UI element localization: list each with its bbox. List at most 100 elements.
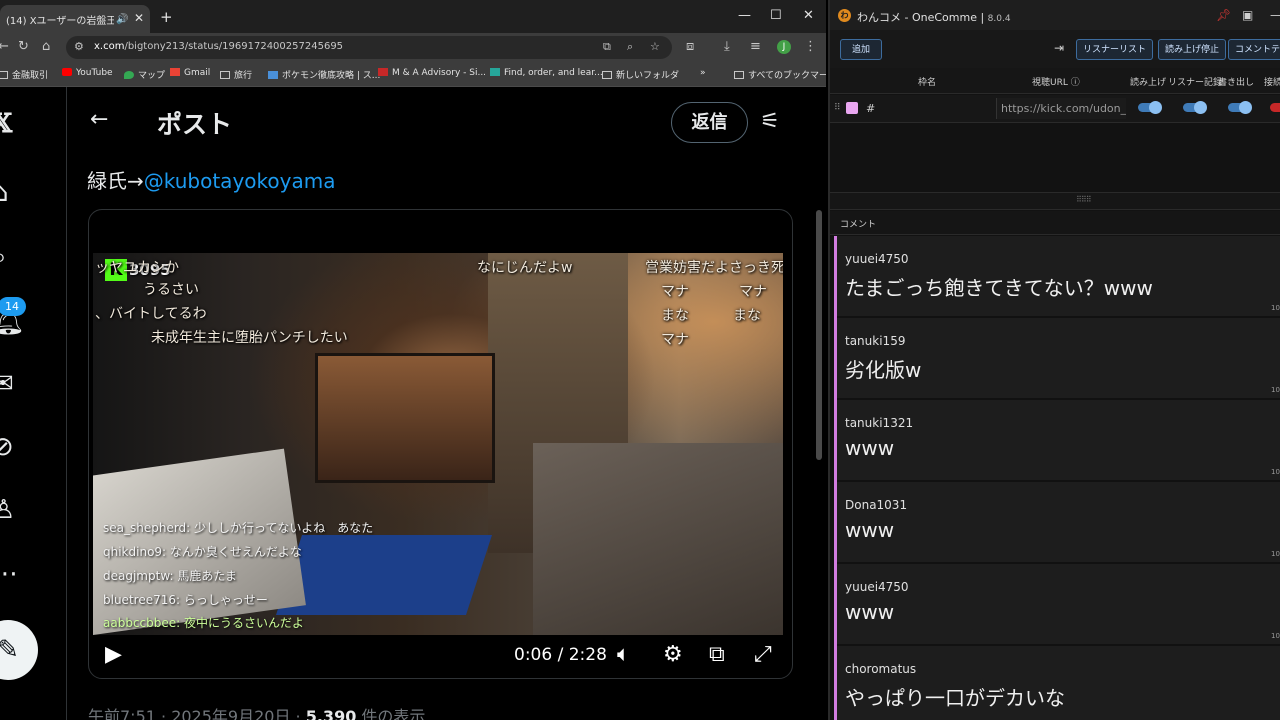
read-stop-button[interactable]: 読み上げ停止 <box>1158 39 1227 60</box>
browser-window: (14) Xユーザーの岩盤王子さん 🔊 ✕ + — ☐ ✕ ← ↻ ⌂ ⚙ x.… <box>0 0 826 720</box>
bookmark-item[interactable]: Find, order, and lear... <box>490 68 603 78</box>
site-info-icon[interactable]: ⚙ <box>74 40 84 53</box>
connect-toggle[interactable] <box>1270 103 1280 112</box>
color-swatch[interactable] <box>846 102 858 114</box>
minimize-icon[interactable]: — <box>738 8 751 23</box>
search-icon[interactable]: ⌕ <box>0 242 7 272</box>
comment-item[interactable]: yuuei4750 www 10: <box>837 564 1280 646</box>
bookmark-item[interactable]: マップ <box>124 68 165 81</box>
comment-item[interactable]: tanuki159 劣化版w 10: <box>837 318 1280 400</box>
maps-icon <box>124 71 134 79</box>
bookmarks-overflow[interactable]: » <box>700 68 706 78</box>
menu-kebab-icon[interactable]: ⋮ <box>804 39 817 54</box>
read-toggle[interactable] <box>1138 101 1162 114</box>
settings-gear-icon[interactable]: ⚙ <box>663 642 683 667</box>
write-out-toggle[interactable] <box>1228 101 1252 114</box>
comment-text: www <box>845 518 895 542</box>
stream-comment: マナ <box>739 284 767 300</box>
comment-user: tanuki159 <box>845 334 906 348</box>
speaker-icon[interactable]: 🔊 <box>116 14 128 25</box>
column-header: 視聴URL ⓘ <box>1032 78 1080 88</box>
login-icon[interactable]: ⇥ <box>1054 41 1064 55</box>
video-frame[interactable]: K 3095 ッヤユカシか うるさい 、バイトしてるわ 未成年生主に堕胎パンチし… <box>93 253 783 635</box>
bookmark-item[interactable]: 新しいフォルダ <box>602 68 679 81</box>
connection-row: ⠿ # https://kick.com/udon_iss <box>830 95 1280 123</box>
comment-time: 10: <box>1271 386 1280 394</box>
x-page: 𝕏 ⌂ ⌕ 🔔︎ 14 ✉ ⊘ ♙ ⋯ ✎ ← ポスト 返信 ⚟ 緑氏→@kub… <box>0 87 826 720</box>
back-arrow-icon[interactable]: ← <box>90 107 108 132</box>
maximize-icon[interactable]: ☐ <box>770 8 782 23</box>
comment-item[interactable]: yuuei4750 たまごっち飽きてきてない？www 10: <box>837 236 1280 318</box>
frame-name[interactable]: # <box>866 102 875 115</box>
video-time: 0:06 / 2:28 <box>514 645 607 665</box>
drag-handle-icon[interactable]: ⠿ <box>834 103 841 113</box>
comment-user: yuuei4750 <box>845 252 909 266</box>
compose-post-button[interactable]: ✎ <box>0 620 38 680</box>
back-icon[interactable]: ← <box>0 39 9 54</box>
media-control-icon[interactable]: ≡ <box>750 39 761 54</box>
more-icon[interactable]: ⋯ <box>0 559 18 589</box>
help-icon[interactable]: ⓘ <box>1071 78 1080 88</box>
video-player[interactable]: K 3095 ッヤユカシか うるさい 、バイトしてるわ 未成年生主に堕胎パンチし… <box>88 209 793 679</box>
splitter-grip-icon[interactable]: ⠿⠿⠿ <box>1076 195 1092 204</box>
comment-item[interactable]: choromatus やっぱり一口がデカいな <box>837 646 1280 720</box>
close-tab-icon[interactable]: ✕ <box>134 11 144 25</box>
volume-icon[interactable]: 🔈︎ <box>617 642 630 667</box>
profile-avatar[interactable]: J <box>777 40 791 54</box>
sliders-icon[interactable]: ⚟ <box>760 109 780 134</box>
x-logo-icon[interactable]: 𝕏 <box>0 109 12 139</box>
oc-window-title: わんコメ - OneComme | 8.0.4 <box>857 11 1011 24</box>
scrollbar[interactable] <box>816 210 822 460</box>
oc-titlebar: わ わんコメ - OneComme | 8.0.4 📌︎ ▣ — <box>830 0 1280 30</box>
comment-time: 10: <box>1271 468 1280 476</box>
bookmark-item[interactable]: ポケモン徹底攻略 | ス... <box>268 68 380 81</box>
comment-time: 10: <box>1271 632 1280 640</box>
panel-splitter[interactable]: ⠿⠿⠿ <box>830 192 1280 210</box>
cast-icon[interactable]: ⧉ <box>603 40 611 54</box>
comment-item[interactable]: tanuki1321 www 10: <box>837 400 1280 482</box>
mention-link[interactable]: @kubotayokoyama <box>144 169 336 193</box>
comment-tester-button[interactable]: コメントテスター <box>1228 39 1280 60</box>
browser-tab[interactable]: (14) Xユーザーの岩盤王子さん 🔊 ✕ <box>0 5 150 33</box>
download-icon[interactable]: ⤓ <box>724 39 730 54</box>
reply-button[interactable]: 返信 <box>671 102 748 143</box>
chat-line: qhikdino9: なんか臭くせえんだよな <box>103 545 302 559</box>
home-icon[interactable]: ⌂ <box>0 178 9 208</box>
pin-icon[interactable]: 📌︎ <box>1216 8 1231 22</box>
pip-icon[interactable]: ⧉ <box>709 642 725 667</box>
window-mode-icon[interactable]: ▣ <box>1242 8 1253 22</box>
close-window-icon[interactable]: ✕ <box>803 8 814 23</box>
play-icon[interactable]: ▶ <box>105 642 122 667</box>
home-icon[interactable]: ⌂ <box>42 39 50 54</box>
bookmark-item[interactable]: Gmail <box>170 68 210 78</box>
bookmark-star-icon[interactable]: ☆ <box>650 40 660 53</box>
watch-url-input[interactable]: https://kick.com/udon_iss <box>996 98 1126 119</box>
bookmark-item[interactable]: YouTube <box>62 68 113 78</box>
profile-icon[interactable]: ♙ <box>0 495 15 525</box>
site-icon <box>490 68 500 76</box>
extensions-icon[interactable]: ⧈ <box>686 39 694 54</box>
comment-item[interactable]: Dona1031 www 10:0 <box>837 482 1280 564</box>
comment-user: Dona1031 <box>845 498 908 512</box>
comment-time: 10:0 <box>1271 550 1280 558</box>
column-header: リスナー記録 <box>1168 78 1223 88</box>
bookmark-item[interactable]: すべてのブックマーク <box>734 68 826 81</box>
listener-record-toggle[interactable] <box>1183 101 1207 114</box>
listener-list-button[interactable]: リスナーリスト <box>1076 39 1154 60</box>
column-header: 枠名 <box>918 78 937 88</box>
bookmark-item[interactable]: M & A Advisory - Si... <box>378 68 486 78</box>
bookmark-item[interactable]: 旅行 <box>220 68 252 81</box>
messages-icon[interactable]: ✉ <box>0 369 14 399</box>
comment-list[interactable]: yuuei4750 たまごっち飽きてきてない？www 10: tanuki159… <box>834 236 1280 720</box>
zoom-icon[interactable]: ⌕ <box>627 40 633 54</box>
grok-icon[interactable]: ⊘ <box>0 432 14 462</box>
reload-icon[interactable]: ↻ <box>18 39 29 54</box>
new-tab-button[interactable]: + <box>160 8 173 26</box>
stream-comment: マナ <box>661 332 689 348</box>
fullscreen-icon[interactable]: ⤢ <box>754 642 772 667</box>
address-bar[interactable]: ⚙ x.com/bigtony213/status/19691724002572… <box>66 36 672 59</box>
bookmark-item[interactable]: 金融取引 <box>0 68 48 81</box>
browser-toolbar: ← ↻ ⌂ ⚙ x.com/bigtony213/status/19691724… <box>0 33 826 62</box>
minimize-icon[interactable]: — <box>1270 8 1280 22</box>
add-button[interactable]: 追加 <box>840 39 882 60</box>
